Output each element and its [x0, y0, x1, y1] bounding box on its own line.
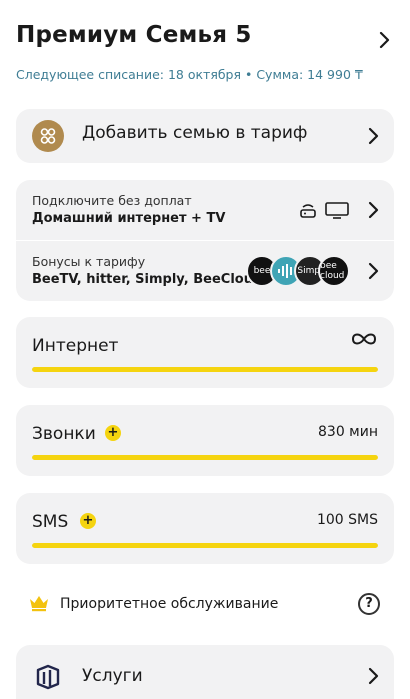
priority-service-label: Приоритетное обслуживание: [60, 596, 279, 612]
services-label: Услуги: [82, 666, 143, 686]
connect-free-caption: Подключите без доплат: [32, 193, 192, 208]
bonuses-caption: Бонусы к тарифу: [32, 254, 146, 269]
router-icon: [300, 204, 316, 218]
internet-card[interactable]: Интернет: [16, 317, 394, 388]
calls-value: 830 мин: [318, 424, 378, 440]
add-family-label: Добавить семью в тариф: [82, 123, 308, 143]
page-title: Премиум Семья 5: [16, 22, 252, 48]
internet-title: Интернет: [32, 336, 119, 356]
infinity-icon: [351, 333, 377, 345]
calls-progress-fill: [32, 455, 378, 460]
chevron-right-icon: [368, 667, 379, 685]
bonus-logos: bee Simpl bee cloud: [246, 255, 350, 287]
calls-card[interactable]: Звонки + 830 мин: [16, 405, 394, 476]
sms-progress: [32, 543, 378, 548]
add-sms-icon[interactable]: +: [80, 513, 96, 529]
beecloud-logo: bee cloud: [318, 255, 350, 287]
services-button[interactable]: Услуги: [16, 645, 394, 699]
add-family-button[interactable]: Добавить семью в тариф: [16, 109, 394, 163]
priority-service-row[interactable]: Приоритетное обслуживание ?: [16, 584, 394, 626]
sms-progress-fill: [32, 543, 378, 548]
chevron-right-icon: [368, 127, 379, 145]
header: Премиум Семья 5: [16, 22, 394, 62]
connect-free-row[interactable]: Подключите без доплат Домашний интернет …: [16, 180, 394, 240]
add-calls-icon[interactable]: +: [105, 425, 121, 441]
connect-free-title: Домашний интернет + TV: [32, 211, 226, 226]
billing-info: Следующее списание: 18 октября • Сумма: …: [16, 67, 363, 82]
services-icon: [36, 664, 60, 690]
help-icon[interactable]: ?: [358, 593, 380, 615]
internet-progress: [32, 367, 378, 372]
internet-progress-fill: [32, 367, 378, 372]
chevron-right-icon[interactable]: [374, 28, 394, 52]
bonuses-title: BeeTV, hitter, Simply, BeeCloud: [32, 272, 263, 287]
chevron-right-icon: [368, 262, 379, 280]
sms-title: SMS: [32, 512, 69, 532]
calls-progress: [32, 455, 378, 460]
family-icon: [32, 120, 64, 152]
calls-title: Звонки: [32, 424, 96, 444]
sms-value: 100 SMS: [316, 512, 378, 528]
tv-icon: [325, 202, 349, 219]
sms-card[interactable]: SMS + 100 SMS: [16, 493, 394, 564]
offers-card: Подключите без доплат Домашний интернет …: [16, 180, 394, 301]
crown-icon: [30, 596, 48, 612]
chevron-right-icon: [368, 201, 379, 219]
